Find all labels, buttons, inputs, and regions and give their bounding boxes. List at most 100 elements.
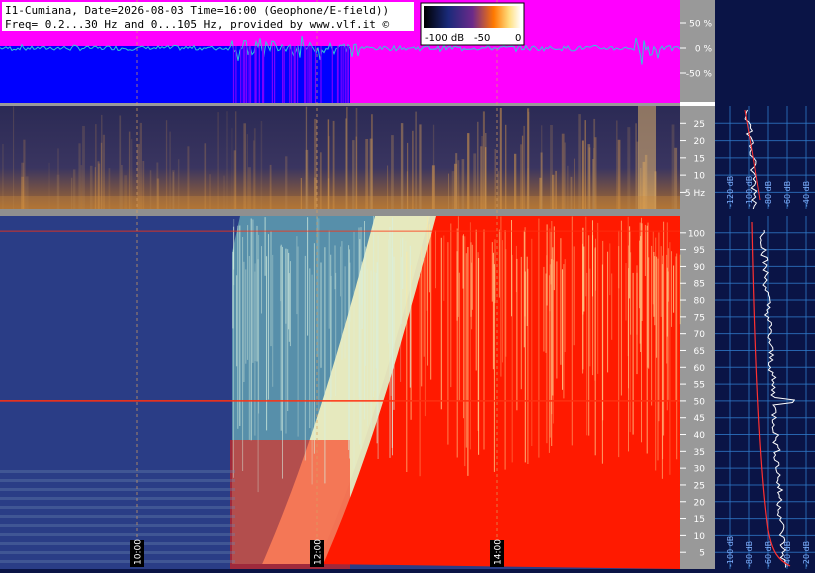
y-tick-label: 45 [694, 414, 705, 424]
spectrogram-band [0, 488, 235, 491]
spectrogram-streak [552, 247, 554, 396]
low-spectrogram-streak [260, 121, 263, 209]
spectrogram-streak [594, 247, 596, 456]
spectrogram-streak [261, 246, 262, 314]
waveform-spike [347, 46, 350, 103]
spectrogram-streak [556, 261, 558, 379]
spectrogram-streak [609, 243, 611, 296]
spectrogram-streak [611, 273, 613, 340]
low-spectrogram-streak [499, 108, 502, 209]
spectrum-db-label: -40 dB [802, 181, 811, 207]
spectrogram-streak [424, 246, 426, 417]
spectrogram-streak [388, 239, 390, 344]
spectrogram-streak [629, 226, 631, 299]
waveform-spike [320, 46, 322, 103]
spectrogram-streak [620, 220, 622, 396]
spectrogram-streak [679, 254, 681, 325]
spectrogram-streak [553, 226, 555, 291]
spectrogram-streak [430, 233, 432, 380]
spectrogram-streak [311, 274, 313, 485]
spectrogram-streak [264, 217, 266, 276]
waveform-spike [294, 46, 296, 103]
spectrogram-streak [250, 218, 252, 441]
colorbar-mid-label: -50 [474, 33, 490, 44]
low-spectrogram-streak [13, 106, 15, 209]
spectrogram-streak [648, 257, 650, 369]
low-spectrogram-streak [217, 112, 219, 209]
waveform-spike [232, 46, 235, 103]
spectrogram-streak [419, 275, 421, 477]
spectrogram-streak [470, 242, 472, 317]
spectrogram-streak [427, 216, 428, 366]
spectrogram-streak [656, 256, 658, 358]
waveform-spike [310, 46, 312, 103]
waveform-spike [342, 46, 344, 103]
spectrogram-streak [401, 257, 403, 324]
colorbar-gradient [424, 6, 521, 28]
y-tick-label: 0 % [695, 45, 713, 55]
spectrogram-streak [324, 247, 326, 484]
spectrogram-streak [358, 227, 360, 397]
spectrogram-streak [402, 237, 404, 289]
spectrogram-streak [602, 240, 604, 421]
spectrogram-streak [245, 269, 247, 364]
spectrogram-streak [655, 237, 657, 471]
waveform-spike [331, 46, 333, 103]
y-tick-label: 60 [694, 364, 706, 374]
spectrogram-streak [236, 275, 238, 367]
waveform-spike [289, 46, 291, 103]
spectrogram-streak [639, 222, 641, 344]
spectrogram-streak [443, 235, 445, 301]
spectrogram-streak [282, 246, 283, 479]
y-tick-label: 95 [694, 246, 705, 256]
spectrogram-streak [304, 255, 306, 461]
waveform-spike [235, 46, 237, 103]
spectrum-db-label: -120 dB [726, 176, 735, 207]
spectrogram-streak [520, 256, 522, 390]
spectrogram-streak [287, 249, 289, 411]
spectrogram-streak [589, 268, 591, 367]
spectrogram-streak [272, 254, 274, 387]
spectrogram-streak [531, 238, 533, 446]
spectrogram-streak [636, 272, 638, 375]
low-spectrogram-streak [226, 111, 228, 209]
spectrogram-streak [477, 252, 479, 431]
spectrogram-streak [462, 235, 464, 289]
low-spectrogram-streak [345, 118, 347, 209]
low-spectrogram-streak [616, 120, 618, 209]
waveform-spike [246, 46, 248, 103]
spectrogram-streak [492, 252, 494, 370]
spectrogram-streak [313, 243, 315, 454]
spectrogram-streak [318, 218, 320, 425]
spectrogram-streak [268, 234, 269, 400]
spectrogram-streak [316, 217, 318, 357]
spectrogram-streak [390, 229, 392, 396]
spectrogram-streak [467, 247, 469, 476]
spectrogram-band [0, 551, 235, 554]
spectrogram-streak [360, 227, 362, 449]
spectrogram-streak [364, 221, 365, 420]
waveform-spike [291, 46, 293, 103]
y-tick-label: 15 [694, 515, 705, 525]
spectrogram-streak [421, 246, 423, 387]
spectrogram-streak [483, 229, 485, 450]
waveform-spike [305, 46, 307, 103]
spectrogram-streak [288, 252, 290, 330]
spectrum-db-label: -80 dB [745, 541, 754, 567]
spectrogram-streak [450, 223, 452, 388]
header-line-2: Freq= 0.2...30 Hz and 0...105 Hz, provid… [5, 18, 389, 31]
low-spectrogram-streak [415, 111, 417, 209]
header-line-1: I1-Cumiana, Date=2026-08-03 Time=16:00 (… [5, 4, 389, 17]
spectrum-db-label: -100 dB [745, 176, 754, 207]
y-tick-label: -50 % [686, 70, 713, 80]
waveform-spike [248, 46, 250, 103]
waveform-spike [254, 46, 256, 103]
spectrogram-streak [389, 227, 391, 458]
colorbar-min-label: -100 dB [425, 33, 464, 44]
spectrogram-streak [375, 272, 377, 369]
spectrogram-streak [494, 239, 496, 304]
spectrogram-streak [328, 230, 330, 329]
spectrogram-low-burst [230, 440, 350, 569]
spectrogram-streak [545, 273, 547, 353]
spectrogram-streak [458, 272, 460, 401]
